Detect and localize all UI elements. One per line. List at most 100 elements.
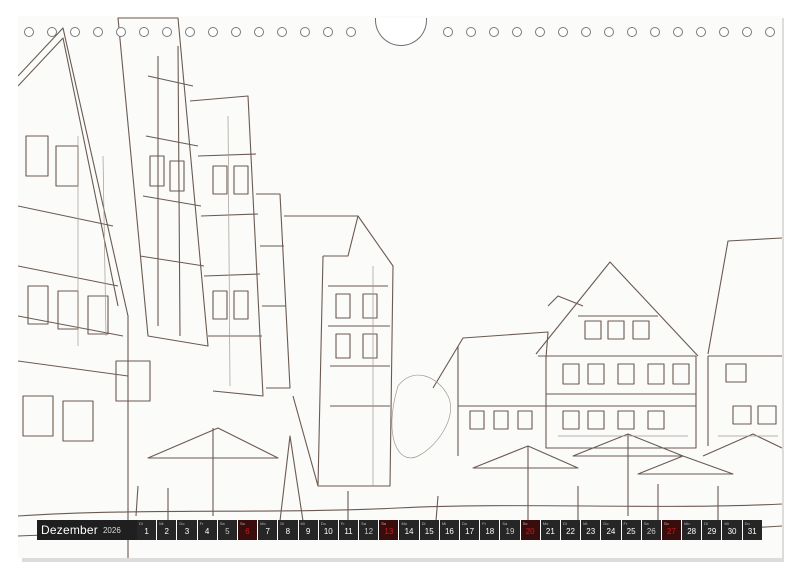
weekday-abbrev: Di (421, 521, 426, 526)
binding-hole (581, 27, 591, 37)
day-cell: Di 22 (560, 520, 581, 540)
day-number: 17 (465, 527, 475, 536)
day-number: 15 (424, 527, 434, 536)
weekday-abbrev: Mi (583, 521, 588, 526)
day-cell: So 6 (237, 520, 258, 540)
month-label-block: Dezember 2026 (37, 520, 137, 540)
weekday-abbrev: Mo (260, 521, 266, 526)
weekday-abbrev: Do (179, 521, 185, 526)
day-number: 14 (404, 527, 414, 536)
day-number: 4 (204, 527, 210, 536)
day-number: 27 (667, 527, 676, 536)
day-number: 23 (586, 527, 596, 536)
binding-hole (93, 27, 103, 37)
binding-hole (742, 27, 752, 37)
binding-hole (604, 27, 614, 37)
weekday-abbrev: Sa (219, 521, 225, 526)
weekday-abbrev: Fr (199, 521, 204, 526)
day-cell: Fr 25 (621, 520, 641, 540)
binding-hole (696, 27, 706, 37)
binding-hole (650, 27, 660, 37)
day-number: 16 (444, 527, 454, 536)
day-number: 3 (184, 527, 190, 536)
weekday-abbrev: Di (562, 521, 567, 526)
weekday-abbrev: Do (603, 521, 609, 526)
weekday-abbrev: Fr (340, 521, 345, 526)
day-number: 8 (285, 527, 291, 536)
day-cell: Di 15 (419, 520, 439, 540)
binding-hole (185, 27, 195, 37)
day-number: 13 (384, 527, 394, 536)
binding-hole (535, 27, 545, 37)
day-cell: Mo 28 (682, 520, 702, 540)
binding-hole (47, 27, 57, 37)
day-cell: Mo 7 (258, 520, 278, 540)
day-number: 9 (305, 527, 311, 536)
weekday-abbrev: Di (704, 521, 709, 526)
day-cell: Mi 2 (157, 520, 177, 540)
month-name: Dezember (41, 523, 98, 537)
weekday-abbrev: Fr (482, 521, 486, 526)
day-cell: Do 17 (460, 520, 480, 540)
weekday-abbrev: Mo (542, 521, 549, 526)
day-number: 5 (225, 527, 230, 536)
day-cell: Sa 19 (500, 520, 520, 540)
day-number: 19 (505, 527, 515, 536)
day-cell: Di 8 (278, 520, 298, 540)
day-number: 11 (344, 527, 353, 536)
day-number: 2 (164, 527, 169, 536)
binding-hole (139, 27, 149, 37)
weekday-abbrev: Sa (502, 521, 508, 526)
binding-hole (627, 27, 637, 37)
weekday-abbrev: Mo (401, 521, 407, 526)
day-cell: Mi 23 (581, 520, 601, 540)
day-number: 7 (265, 527, 270, 536)
day-number: 20 (525, 527, 535, 536)
weekday-abbrev: Di (280, 521, 285, 526)
day-cell: Fr 4 (197, 520, 217, 540)
binding-hole (300, 27, 310, 37)
day-cell: Mi 16 (439, 520, 459, 540)
day-number: 21 (545, 527, 555, 536)
binding-hole (231, 27, 241, 37)
binding-hole (558, 27, 568, 37)
weekday-abbrev: So (522, 521, 528, 526)
binding-hole (323, 27, 333, 37)
binding-hole (719, 27, 729, 37)
day-cell: So 20 (520, 520, 540, 540)
binding-hole (70, 27, 80, 37)
binding-hole (489, 27, 499, 37)
binding-hole (765, 27, 775, 37)
hanger-cutout (375, 18, 427, 46)
weekday-abbrev: Sa (361, 521, 366, 526)
weekday-abbrev: Mi (300, 521, 305, 526)
day-cell: Di 29 (702, 520, 722, 540)
day-cell: So 27 (661, 520, 682, 540)
weekday-abbrev: Sa (643, 521, 649, 526)
day-number: 30 (727, 527, 737, 536)
weekday-abbrev: Do (462, 521, 468, 526)
day-cell: Sa 26 (641, 520, 661, 540)
day-cell: Mo 21 (540, 520, 560, 540)
weekday-abbrev: So (663, 521, 669, 526)
day-number: 12 (364, 527, 374, 536)
binding-hole (208, 27, 218, 37)
weekday-abbrev: Do (320, 521, 326, 526)
day-number: 6 (245, 527, 250, 536)
day-number: 22 (566, 527, 575, 536)
day-number: 10 (323, 527, 333, 536)
binding-hole (466, 27, 476, 37)
weekday-abbrev: Di (139, 521, 143, 526)
pencil-sketch-photo (18, 16, 782, 558)
day-number: 26 (646, 527, 656, 536)
day-number: 1 (144, 527, 149, 536)
binding-hole (254, 27, 264, 37)
day-cell: Di 1 (137, 520, 157, 540)
calendar-page: Dezember 2026 Di 1 Mi 2 Do 3 Fr 4 Sa 5 So 6 Mo 7 Di 8 Mi… (0, 0, 800, 577)
binding-hole (673, 27, 683, 37)
calendar-strip: Dezember 2026 Di 1 Mi 2 Do 3 Fr 4 Sa 5 So 6 Mo 7 Di 8 Mi… (37, 520, 762, 540)
day-cell: Sa 12 (359, 520, 379, 540)
day-number: 31 (747, 527, 757, 536)
weekday-abbrev: Mi (159, 521, 164, 526)
weekday-abbrev: Mo (684, 521, 690, 526)
